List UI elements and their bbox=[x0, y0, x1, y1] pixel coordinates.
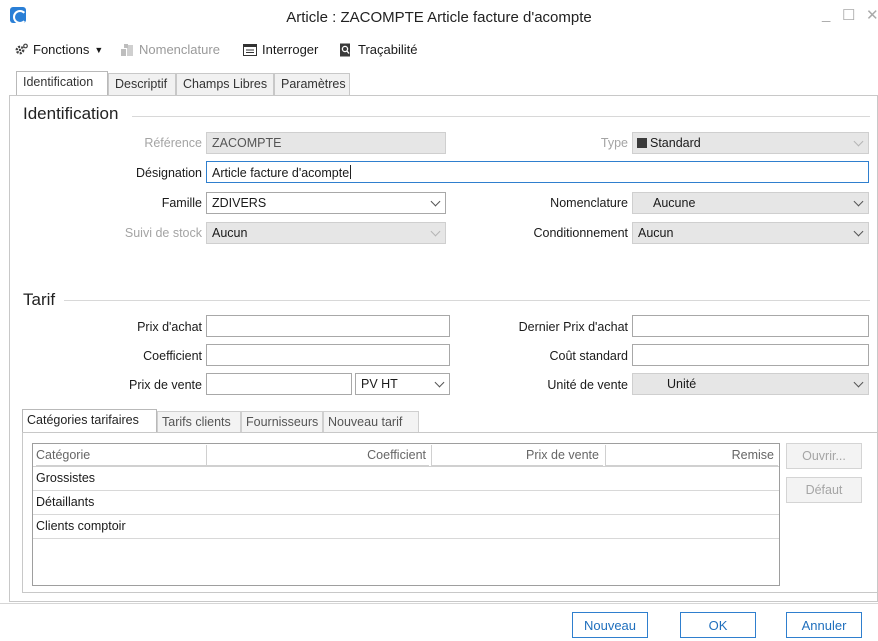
conditionnement-select[interactable]: Aucun bbox=[632, 222, 869, 244]
section-divider bbox=[132, 116, 870, 117]
designation-label: Désignation bbox=[135, 166, 202, 180]
prix-achat-label: Prix d'achat bbox=[137, 320, 202, 334]
type-select[interactable]: Standard bbox=[632, 132, 869, 154]
tarif-section-title: Tarif bbox=[23, 290, 56, 309]
interroger-button[interactable]: Interroger bbox=[243, 42, 318, 57]
unite-vente-label: Unité de vente bbox=[547, 378, 628, 392]
caret-down-icon: ▼ bbox=[94, 44, 104, 55]
nomenclature-value: Aucune bbox=[653, 196, 696, 210]
ok-button[interactable]: OK bbox=[680, 612, 756, 638]
column-header-remise[interactable]: Remise bbox=[606, 445, 778, 466]
close-button[interactable]: ✕ bbox=[866, 6, 878, 24]
document-search-icon bbox=[340, 43, 350, 56]
minimize-button[interactable]: _ bbox=[822, 6, 830, 23]
designation-field[interactable]: Article facture d'acompte bbox=[206, 161, 869, 183]
suivi-stock-select[interactable]: Aucun bbox=[206, 222, 446, 244]
suivi-stock-value: Aucun bbox=[212, 226, 248, 240]
type-value: Standard bbox=[650, 136, 701, 150]
tab-identification[interactable]: Identification bbox=[16, 71, 108, 95]
suivi-stock-label: Suivi de stock bbox=[124, 226, 202, 240]
table-row[interactable]: Grossistes bbox=[33, 467, 779, 491]
tab-fournisseurs[interactable]: Fournisseurs bbox=[241, 411, 323, 432]
tab-parametres[interactable]: Paramètres bbox=[274, 73, 350, 95]
unite-vente-select[interactable]: Unité bbox=[632, 373, 869, 395]
nomenclature-button[interactable]: Nomenclature bbox=[120, 42, 220, 57]
fonctions-label: Fonctions bbox=[33, 42, 90, 57]
type-label: Type bbox=[600, 136, 628, 150]
column-header-categorie[interactable]: Catégorie bbox=[36, 445, 206, 466]
chevron-down-icon bbox=[434, 377, 445, 388]
column-header-coefficient[interactable]: Coefficient bbox=[207, 445, 429, 466]
reference-label: Référence bbox=[144, 136, 202, 150]
chevron-down-icon bbox=[853, 136, 864, 147]
nomenclature-select[interactable]: Aucune bbox=[632, 192, 869, 214]
interroger-label: Interroger bbox=[262, 42, 319, 57]
nomenclature-label: Nomenclature bbox=[550, 196, 628, 210]
prix-vente-type-select[interactable]: PV HT bbox=[355, 373, 450, 395]
chevron-down-icon bbox=[430, 196, 441, 207]
hierarchy-icon bbox=[121, 43, 133, 56]
cout-standard-label: Coût standard bbox=[549, 349, 628, 363]
gear-icon bbox=[15, 43, 28, 54]
coefficient-input[interactable] bbox=[206, 344, 450, 366]
column-header-prix-vente[interactable]: Prix de vente bbox=[432, 445, 603, 466]
chevron-down-icon bbox=[430, 226, 441, 237]
ouvrir-button[interactable]: Ouvrir... bbox=[786, 443, 862, 469]
chevron-down-icon bbox=[853, 226, 864, 237]
identification-section-title: Identification bbox=[23, 104, 119, 123]
query-window-icon bbox=[243, 43, 257, 56]
maximize-button[interactable]: ☐ bbox=[842, 6, 855, 24]
conditionnement-value: Aucun bbox=[638, 226, 674, 240]
famille-select[interactable]: ZDIVERS bbox=[206, 192, 446, 214]
standard-item-icon bbox=[637, 138, 647, 148]
tracabilite-label: Traçabilité bbox=[358, 42, 418, 57]
dernier-prix-achat-label: Dernier Prix d'achat bbox=[518, 320, 628, 334]
tab-categories-tarifaires[interactable]: Catégories tarifaires bbox=[22, 409, 157, 432]
prix-achat-input[interactable] bbox=[206, 315, 450, 337]
tracabilite-button[interactable]: Traçabilité bbox=[339, 42, 417, 57]
tab-descriptif[interactable]: Descriptif bbox=[108, 73, 176, 95]
reference-field: ZACOMPTE bbox=[206, 132, 446, 154]
tab-tarifs-clients[interactable]: Tarifs clients bbox=[157, 411, 241, 432]
text-cursor bbox=[350, 165, 352, 179]
table-row[interactable]: Clients comptoir bbox=[33, 515, 779, 539]
dernier-prix-achat-input[interactable] bbox=[632, 315, 869, 337]
table-row[interactable]: Détaillants bbox=[33, 491, 779, 515]
prix-vente-label: Prix de vente bbox=[129, 378, 202, 392]
defaut-button[interactable]: Défaut bbox=[786, 477, 862, 503]
nomenclature-toolbar-label: Nomenclature bbox=[139, 42, 220, 57]
chevron-down-icon bbox=[853, 377, 864, 388]
coefficient-label: Coefficient bbox=[143, 349, 202, 363]
fonctions-menu-button[interactable]: Fonctions ▼ bbox=[14, 42, 103, 57]
prix-vente-type-value: PV HT bbox=[361, 377, 398, 391]
famille-label: Famille bbox=[161, 196, 202, 210]
nouveau-button[interactable]: Nouveau bbox=[572, 612, 648, 638]
footer-divider bbox=[0, 603, 878, 604]
unite-vente-value: Unité bbox=[667, 377, 697, 391]
tab-champs-libres[interactable]: Champs Libres bbox=[176, 73, 274, 95]
section-divider bbox=[64, 300, 870, 301]
categories-grid: Catégorie Coefficient Prix de vente Remi… bbox=[32, 443, 780, 586]
annuler-button[interactable]: Annuler bbox=[786, 612, 862, 638]
conditionnement-label: Conditionnement bbox=[533, 226, 628, 240]
window-title: Article : ZACOMPTE Article facture d'aco… bbox=[286, 9, 592, 26]
chevron-down-icon bbox=[853, 196, 864, 207]
famille-value: ZDIVERS bbox=[212, 196, 267, 210]
designation-value: Article facture d'acompte bbox=[212, 166, 350, 180]
cout-standard-input[interactable] bbox=[632, 344, 869, 366]
prix-vente-input[interactable] bbox=[206, 373, 352, 395]
tab-nouveau-tarif[interactable]: Nouveau tarif bbox=[323, 411, 419, 432]
